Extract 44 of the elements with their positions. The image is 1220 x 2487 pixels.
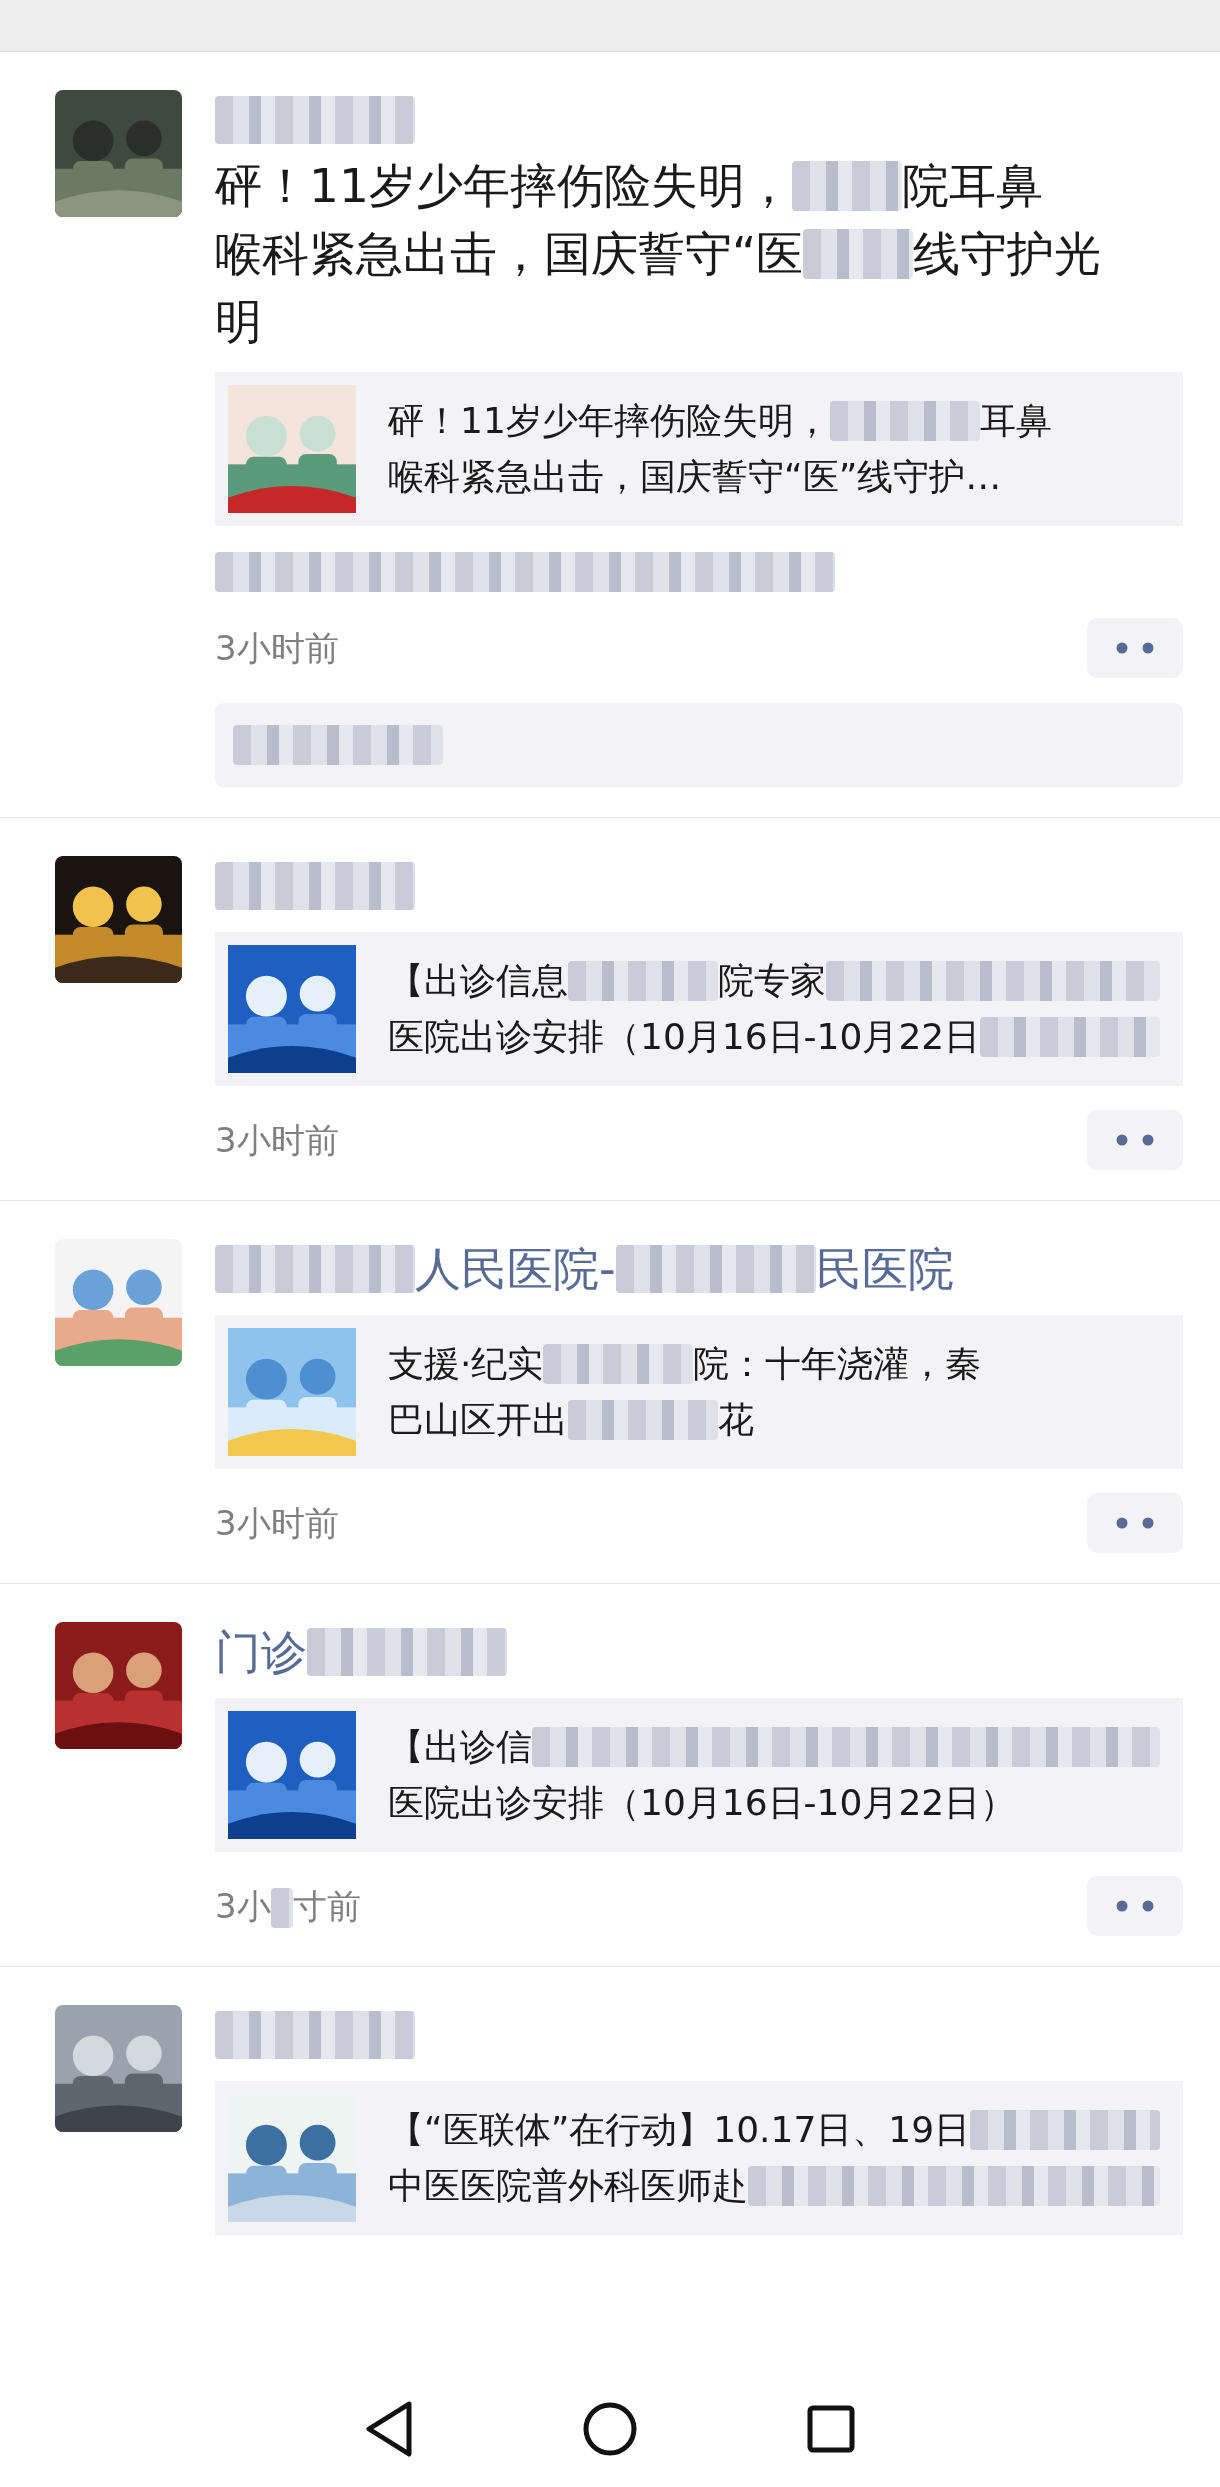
back-icon[interactable]: [365, 2400, 413, 2457]
post-text: 喉科紧急出击，国庆誓守“医: [215, 224, 804, 283]
card-title: 【出诊信息: [388, 959, 568, 1003]
more-button[interactable]: [1087, 618, 1183, 678]
user-name: 人民医院-: [415, 1241, 616, 1298]
link-card[interactable]: 支援·纪实 院：十年浇灌，秦 巴山区开出 花: [215, 1315, 1183, 1469]
more-icon: [1116, 1517, 1154, 1529]
user-name: 门诊: [215, 1624, 307, 1681]
card-title: 砰！11岁少年摔伤险失明，: [388, 399, 830, 443]
post-time: 3小时前: [215, 1502, 339, 1543]
post-text: 明: [215, 292, 262, 351]
link-card[interactable]: 【出诊信息 院专家 医院出诊安排（10月16日-10月22日: [215, 932, 1183, 1086]
user-name: 民医院: [815, 1241, 954, 1298]
more-button[interactable]: [1087, 1493, 1183, 1553]
blurred-patch: [270, 1888, 293, 1928]
link-card[interactable]: 【出诊信 医院出诊安排（10月16日-10月22日）: [215, 1698, 1183, 1852]
card-title: 花: [718, 1398, 754, 1442]
post-time: 3小时前: [215, 627, 339, 668]
link-card[interactable]: 【“医联体”在行动】10.17日、19日 中医医院普外科医师赴: [215, 2081, 1183, 2235]
home-icon[interactable]: [583, 2401, 637, 2456]
card-title: 喉科紧急出击，国庆誓守“医”线守护…: [388, 455, 1002, 499]
post-text: 砰！11岁少年摔伤险失明，: [215, 156, 792, 215]
card-title: 【出诊信: [388, 1725, 532, 1769]
more-icon: [1116, 642, 1154, 654]
more-icon: [1116, 1134, 1154, 1146]
post-time: 3小时前: [215, 1119, 339, 1160]
card-title: 医院出诊安排（10月16日-10月22日: [388, 1015, 981, 1059]
card-title: 支援·纪实: [388, 1342, 544, 1386]
card-title: 耳鼻: [979, 399, 1052, 443]
card-title: 院专家: [718, 959, 826, 1003]
post-time: 寸前: [292, 1885, 361, 1926]
post-text: 院耳鼻: [901, 156, 1043, 215]
post-text: 线守护光: [913, 224, 1102, 283]
post-time: 3小: [215, 1885, 271, 1926]
more-button[interactable]: [1087, 1876, 1183, 1936]
recent-apps-icon[interactable]: [807, 2404, 855, 2453]
more-icon: [1116, 1900, 1154, 1912]
card-title: 巴山区开出: [388, 1398, 568, 1442]
card-title: 中医医院普外科医师赴: [388, 2164, 748, 2208]
more-button[interactable]: [1087, 1110, 1183, 1170]
card-title: 【“医联体”在行动】10.17日、19日: [388, 2108, 971, 2152]
card-title: 院：十年浇灌，秦: [693, 1342, 982, 1386]
link-card[interactable]: 砰！11岁少年摔伤险失明， 耳鼻 喉科紧急出击，国庆誓守“医”线守护…: [215, 372, 1183, 526]
card-title: 医院出诊安排（10月16日-10月22日）: [388, 1781, 1017, 1825]
